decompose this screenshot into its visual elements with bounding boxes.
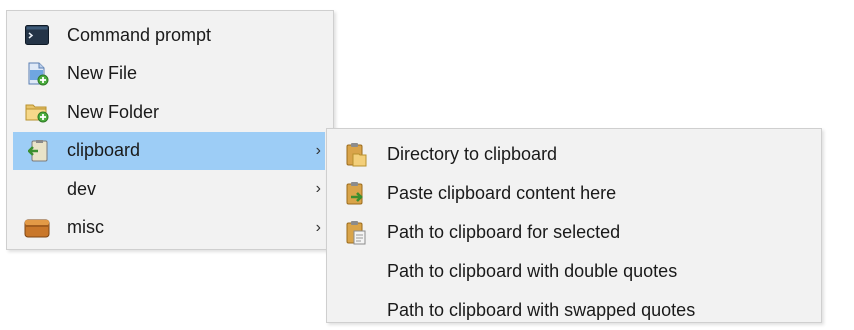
icon-placeholder [327, 291, 385, 330]
context-menu: Command prompt New File New Folder clipb… [6, 10, 334, 250]
submenu-item-swapped-quotes[interactable]: Path to clipboard with swapped quotes [327, 291, 821, 330]
chevron-right-icon: › [315, 218, 321, 236]
submenu-item-label: Path to clipboard with double quotes [387, 261, 678, 281]
menu-item-label: New File [67, 63, 138, 84]
menu-item-new-file[interactable]: New File [7, 55, 333, 94]
command-prompt-icon [7, 16, 67, 55]
clipboard-submenu: Directory to clipboard Paste clipboard c… [326, 128, 822, 323]
menu-item-label: Command prompt [67, 24, 212, 45]
submenu-item-label: Paste clipboard content here [387, 183, 617, 203]
menu-item-new-folder[interactable]: New Folder [7, 93, 333, 132]
chevron-right-icon: › [315, 180, 321, 198]
paste-clipboard-icon [327, 174, 385, 213]
misc-box-icon [7, 209, 67, 248]
icon-placeholder [7, 170, 67, 209]
chevron-right-icon: › [315, 141, 321, 159]
icon-placeholder [327, 252, 385, 291]
menu-item-command-prompt[interactable]: Command prompt [7, 16, 333, 55]
menu-item-label: misc [67, 217, 104, 238]
path-clipboard-icon [327, 213, 385, 252]
menu-item-misc[interactable]: misc › [7, 209, 333, 248]
submenu-item-label: Directory to clipboard [387, 144, 558, 164]
menu-item-label: clipboard [67, 140, 141, 161]
new-folder-icon [7, 93, 67, 132]
submenu-item-label: Path to clipboard with swapped quotes [387, 300, 696, 320]
submenu-item-path-for-selected[interactable]: Path to clipboard for selected [327, 213, 821, 252]
menu-item-label: dev [67, 178, 97, 199]
submenu-item-paste-clipboard[interactable]: Paste clipboard content here [327, 174, 821, 213]
menu-item-label: New Folder [67, 101, 160, 122]
clipboard-icon [13, 132, 67, 171]
submenu-item-double-quotes[interactable]: Path to clipboard with double quotes [327, 252, 821, 291]
menu-item-dev[interactable]: dev › [7, 170, 333, 209]
new-file-icon [7, 55, 67, 94]
submenu-item-directory-to-clipboard[interactable]: Directory to clipboard [327, 135, 821, 174]
menu-item-clipboard[interactable]: clipboard › [13, 131, 325, 171]
submenu-item-label: Path to clipboard for selected [387, 222, 621, 242]
folder-clipboard-icon [327, 135, 385, 174]
